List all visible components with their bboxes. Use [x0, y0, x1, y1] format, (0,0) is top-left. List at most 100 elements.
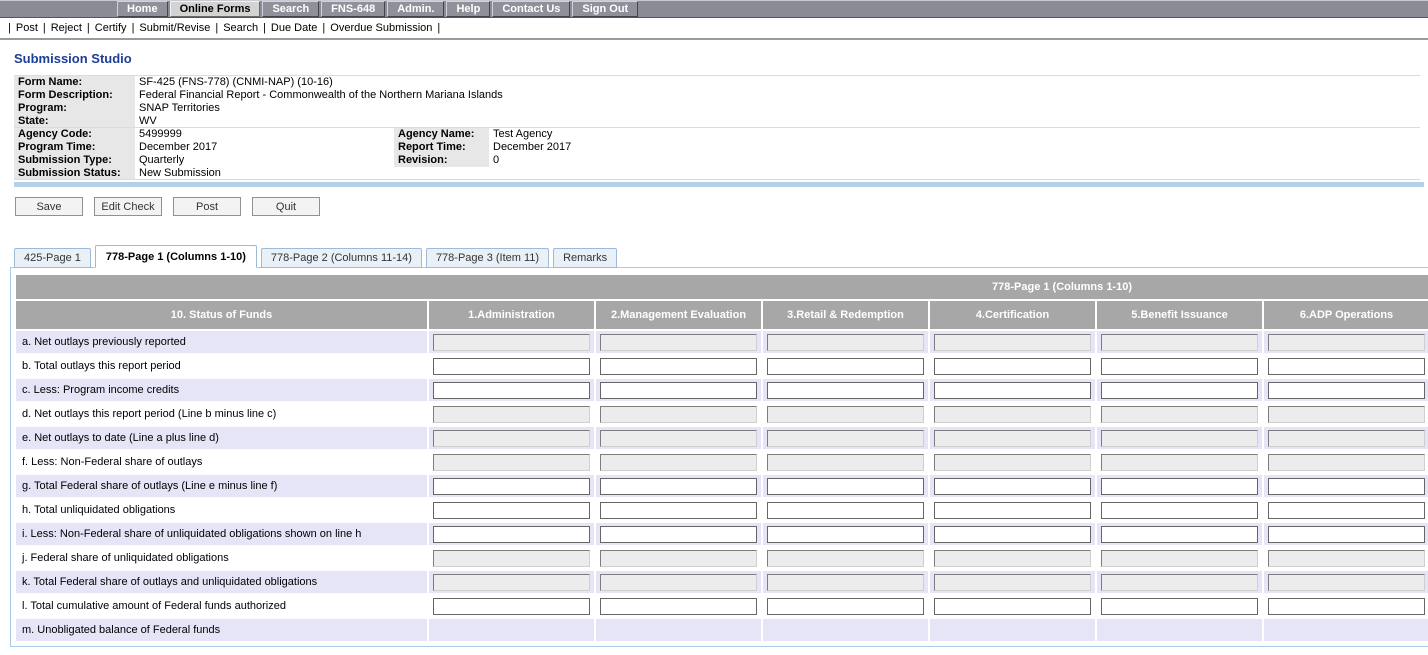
info-label-agency-name: Agency Name: — [394, 128, 489, 141]
column-header-6-adp-operations: 6.ADP Operations — [1264, 301, 1428, 329]
table-row: g. Total Federal share of outlays (Line … — [16, 475, 1428, 497]
input-b-4-certification[interactable] — [934, 358, 1091, 375]
input-b-3-retail-redemption[interactable] — [767, 358, 924, 375]
input-b-1-administration[interactable] — [433, 358, 590, 375]
input-l-1-administration[interactable] — [433, 598, 590, 615]
input-h-2-management-evaluation[interactable] — [600, 502, 757, 519]
input-l-6-adp-operations[interactable] — [1268, 598, 1425, 615]
table-row: d. Net outlays this report period (Line … — [16, 403, 1428, 425]
subnav-submit-revise[interactable]: Submit/Revise — [139, 22, 210, 34]
input-i-3-retail-redemption[interactable] — [767, 526, 924, 543]
tab-425-page-1[interactable]: 425-Page 1 — [14, 248, 91, 268]
subnav-search[interactable]: Search — [223, 22, 258, 34]
nav-item-online-forms[interactable]: Online Forms — [170, 1, 261, 17]
info-label-submission-type: Submission Type: — [14, 154, 135, 167]
table-row: i. Less: Non-Federal share of unliquidat… — [16, 523, 1428, 545]
info-value-report-time: December 2017 — [489, 141, 1420, 154]
input-j-1-administration — [433, 550, 590, 567]
input-l-4-certification[interactable] — [934, 598, 1091, 615]
info-label-form-name: Form Name: — [14, 76, 135, 89]
nav-item-admin[interactable]: Admin. — [387, 1, 444, 17]
input-c-4-certification[interactable] — [934, 382, 1091, 399]
input-h-3-retail-redemption[interactable] — [767, 502, 924, 519]
row-label-k: k. Total Federal share of outlays and un… — [16, 571, 427, 593]
input-l-2-management-evaluation[interactable] — [600, 598, 757, 615]
row-label-d: d. Net outlays this report period (Line … — [16, 403, 427, 425]
input-i-5-benefit-issuance[interactable] — [1101, 526, 1258, 543]
post-button[interactable]: Post — [173, 197, 241, 216]
tab-778-page-2-columns-11-14[interactable]: 778-Page 2 (Columns 11-14) — [261, 248, 422, 268]
cell-d-3 — [763, 403, 928, 425]
cell-a-3 — [763, 331, 928, 353]
cell-f-1 — [429, 451, 594, 473]
nav-item-help[interactable]: Help — [446, 1, 490, 17]
input-g-3-retail-redemption[interactable] — [767, 478, 924, 495]
input-g-6-adp-operations[interactable] — [1268, 478, 1425, 495]
cell-m-5 — [1097, 619, 1262, 641]
cell-d-5 — [1097, 403, 1262, 425]
cell-g-4 — [930, 475, 1095, 497]
nav-item-fns-648[interactable]: FNS-648 — [321, 1, 385, 17]
cell-m-4 — [930, 619, 1095, 641]
input-c-6-adp-operations[interactable] — [1268, 382, 1425, 399]
edit-check-button[interactable]: Edit Check — [94, 197, 162, 216]
input-h-6-adp-operations[interactable] — [1268, 502, 1425, 519]
input-h-1-administration[interactable] — [433, 502, 590, 519]
cell-b-2 — [596, 355, 761, 377]
table-row: k. Total Federal share of outlays and un… — [16, 571, 1428, 593]
nav-item-search[interactable]: Search — [262, 1, 319, 17]
input-b-2-management-evaluation[interactable] — [600, 358, 757, 375]
subnav-due-date[interactable]: Due Date — [271, 22, 317, 34]
info-row: Form Description:Federal Financial Repor… — [14, 89, 1420, 102]
nav-item-home[interactable]: Home — [117, 1, 168, 17]
nav-item-sign-out[interactable]: Sign Out — [572, 1, 638, 17]
input-d-3-retail-redemption — [767, 406, 924, 423]
save-button[interactable]: Save — [15, 197, 83, 216]
cell-l-2 — [596, 595, 761, 617]
input-g-2-management-evaluation[interactable] — [600, 478, 757, 495]
input-l-3-retail-redemption[interactable] — [767, 598, 924, 615]
row-label-m: m. Unobligated balance of Federal funds — [16, 619, 427, 641]
info-value-agency-code: 5499999 — [135, 128, 394, 141]
input-g-1-administration[interactable] — [433, 478, 590, 495]
tab-remarks[interactable]: Remarks — [553, 248, 617, 268]
input-c-5-benefit-issuance[interactable] — [1101, 382, 1258, 399]
cell-e-2 — [596, 427, 761, 449]
input-d-4-certification — [934, 406, 1091, 423]
input-g-5-benefit-issuance[interactable] — [1101, 478, 1258, 495]
input-h-4-certification[interactable] — [934, 502, 1091, 519]
subnav-separator: | — [215, 22, 218, 34]
table-row: j. Federal share of unliquidated obligat… — [16, 547, 1428, 569]
input-j-2-management-evaluation — [600, 550, 757, 567]
input-l-5-benefit-issuance[interactable] — [1101, 598, 1258, 615]
tab-778-page-1-columns-1-10[interactable]: 778-Page 1 (Columns 1-10) — [95, 245, 257, 268]
input-i-2-management-evaluation[interactable] — [600, 526, 757, 543]
info-value-submission-status: New Submission — [135, 167, 1420, 180]
subnav-post[interactable]: Post — [16, 22, 38, 34]
input-c-2-management-evaluation[interactable] — [600, 382, 757, 399]
cell-e-1 — [429, 427, 594, 449]
info-row: Submission Status:New Submission — [14, 167, 1420, 180]
tab-778-page-3-item-11[interactable]: 778-Page 3 (Item 11) — [426, 248, 549, 268]
input-c-1-administration[interactable] — [433, 382, 590, 399]
input-b-5-benefit-issuance[interactable] — [1101, 358, 1258, 375]
subnav-certify[interactable]: Certify — [95, 22, 127, 34]
table-row: b. Total outlays this report period — [16, 355, 1428, 377]
cell-i-4 — [930, 523, 1095, 545]
input-i-6-adp-operations[interactable] — [1268, 526, 1425, 543]
input-e-4-certification — [934, 430, 1091, 447]
input-i-1-administration[interactable] — [433, 526, 590, 543]
quit-button[interactable]: Quit — [252, 197, 320, 216]
input-i-4-certification[interactable] — [934, 526, 1091, 543]
input-h-5-benefit-issuance[interactable] — [1101, 502, 1258, 519]
subnav-overdue-submission[interactable]: Overdue Submission — [330, 22, 432, 34]
input-b-6-adp-operations[interactable] — [1268, 358, 1425, 375]
cell-b-4 — [930, 355, 1095, 377]
subnav-reject[interactable]: Reject — [51, 22, 82, 34]
input-c-3-retail-redemption[interactable] — [767, 382, 924, 399]
input-g-4-certification[interactable] — [934, 478, 1091, 495]
column-header-1-administration: 1.Administration — [429, 301, 594, 329]
input-k-2-management-evaluation — [600, 574, 757, 591]
nav-item-contact-us[interactable]: Contact Us — [492, 1, 570, 17]
info-label-form-description: Form Description: — [14, 89, 135, 102]
